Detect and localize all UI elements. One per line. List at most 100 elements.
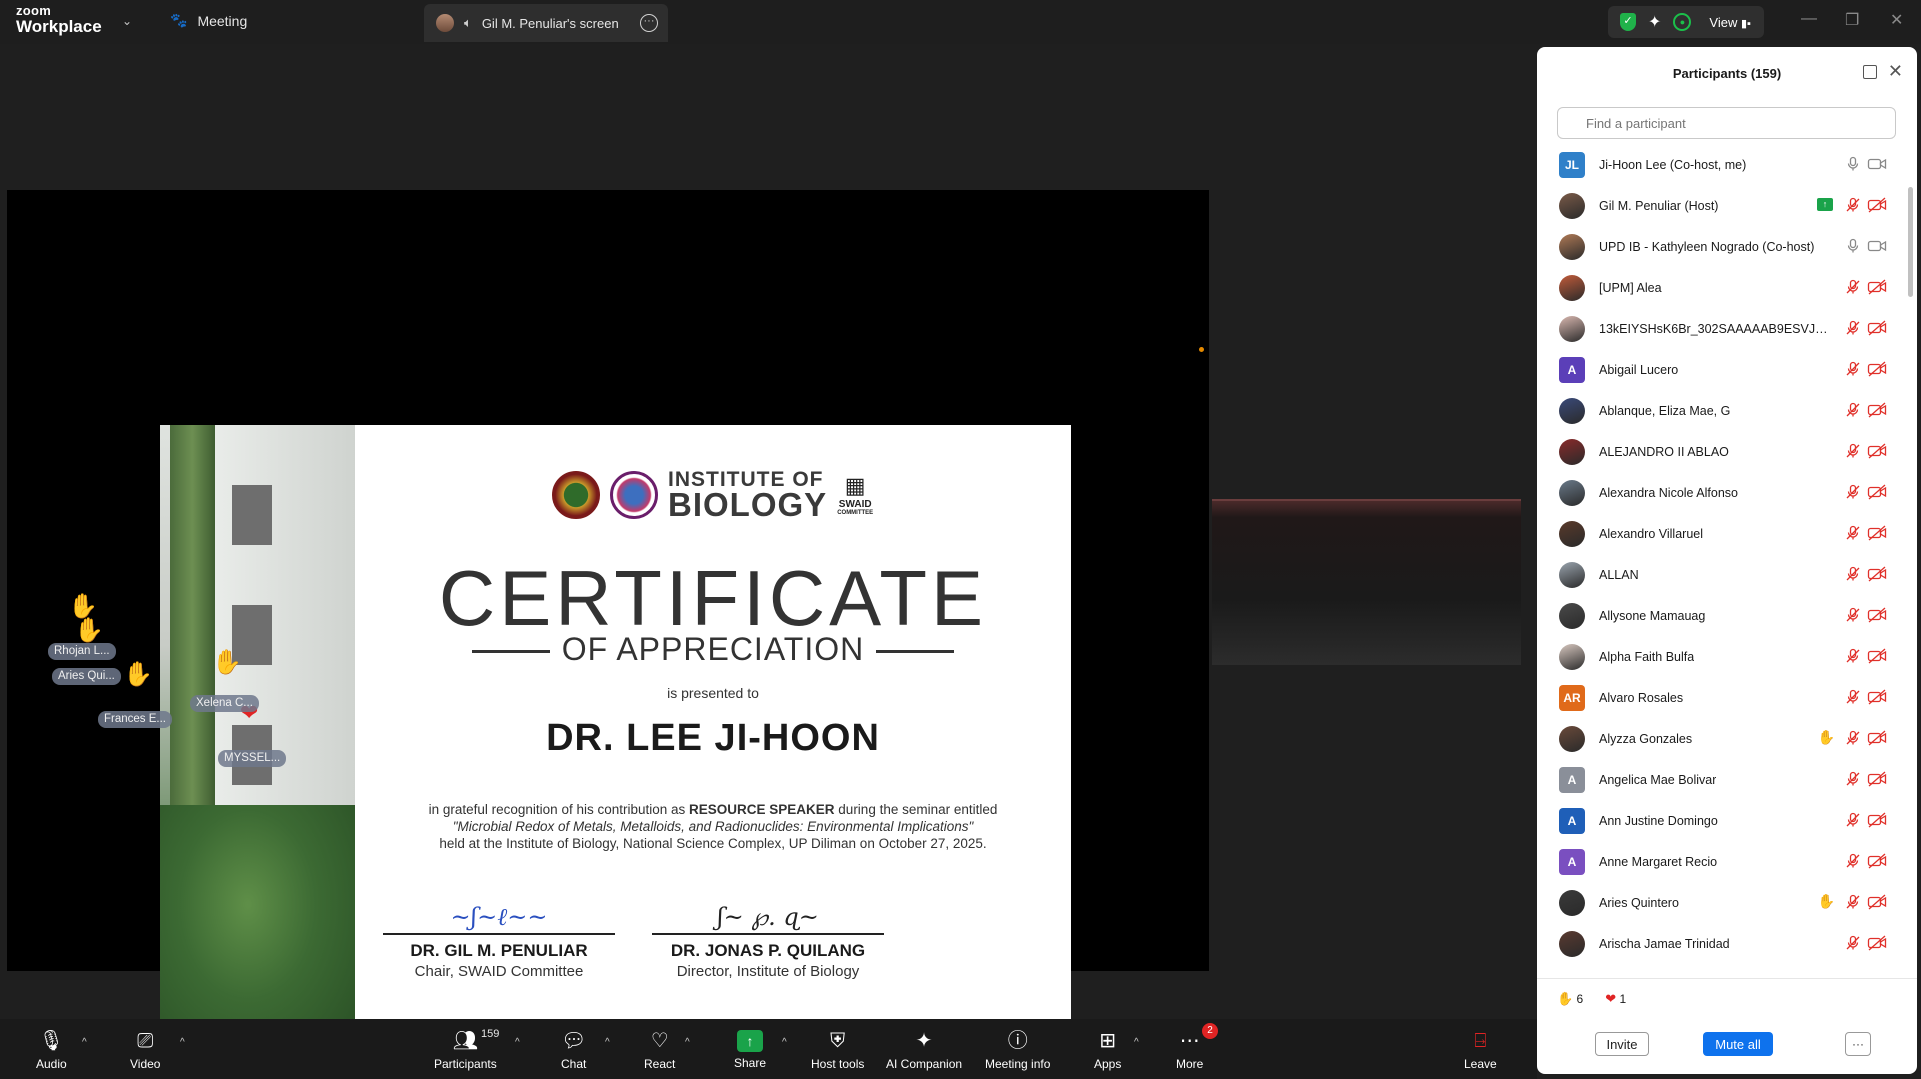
more-button[interactable]: ⋯ More bbox=[1176, 1029, 1203, 1071]
participant-row[interactable]: Gil M. Penuliar (Host) ↑ bbox=[1537, 185, 1903, 226]
microphone-muted-icon[interactable] bbox=[1845, 730, 1861, 746]
participants-options-caret[interactable]: ^ bbox=[515, 1037, 520, 1048]
apps-button[interactable]: ⊞ Apps bbox=[1094, 1029, 1121, 1071]
microphone-muted-icon[interactable] bbox=[1845, 197, 1861, 213]
camera-icon[interactable] bbox=[1867, 238, 1887, 254]
camera-off-icon[interactable] bbox=[1867, 197, 1887, 213]
participant-list[interactable]: JL Ji-Hoon Lee (Co-host, me) Gil M. Penuli… bbox=[1537, 144, 1903, 978]
camera-icon[interactable] bbox=[1867, 156, 1887, 172]
camera-off-icon[interactable] bbox=[1867, 689, 1887, 705]
microphone-muted-icon[interactable] bbox=[1845, 361, 1861, 377]
microphone-icon[interactable] bbox=[1845, 156, 1861, 172]
chat-options-caret[interactable]: ^ bbox=[605, 1037, 610, 1048]
camera-off-icon[interactable] bbox=[1867, 812, 1887, 828]
microphone-muted-icon[interactable] bbox=[1845, 320, 1861, 336]
camera-off-icon[interactable] bbox=[1867, 607, 1887, 623]
camera-off-icon[interactable] bbox=[1867, 730, 1887, 746]
host-tools-button[interactable]: ⛨ Host tools bbox=[811, 1029, 864, 1071]
camera-off-icon[interactable] bbox=[1867, 935, 1887, 951]
participant-row[interactable]: ALLAN bbox=[1537, 554, 1903, 595]
microphone-muted-icon[interactable] bbox=[1845, 525, 1861, 541]
participant-row[interactable]: Alpha Faith Bulfa bbox=[1537, 636, 1903, 677]
recording-icon[interactable]: ● bbox=[1673, 13, 1692, 31]
participant-row[interactable]: A Abigail Lucero bbox=[1537, 349, 1903, 390]
view-button[interactable]: View ▮▪ bbox=[1709, 15, 1751, 30]
screen-share-tab[interactable]: 🔈︎ Gil M. Penuliar's screen ··· bbox=[424, 4, 668, 42]
panel-more-button[interactable]: ··· bbox=[1845, 1032, 1871, 1056]
react-button[interactable]: ♡ React bbox=[644, 1029, 675, 1071]
chat-button[interactable]: 💬︎ Chat bbox=[561, 1029, 586, 1071]
shield-icon[interactable]: ✓ bbox=[1620, 13, 1636, 31]
share-options-caret[interactable]: ^ bbox=[782, 1037, 787, 1048]
participant-row[interactable]: UPD IB - Kathyleen Nogrado (Co-host) bbox=[1537, 226, 1903, 267]
camera-off-icon[interactable] bbox=[1867, 279, 1887, 295]
meeting-tab[interactable]: 🐾 Meeting bbox=[170, 12, 247, 29]
apps-options-caret[interactable]: ^ bbox=[1134, 1037, 1139, 1048]
microphone-muted-icon[interactable] bbox=[1845, 566, 1861, 582]
camera-off-icon[interactable] bbox=[1867, 320, 1887, 336]
minimize-icon[interactable]: — bbox=[1801, 10, 1817, 28]
camera-off-icon[interactable] bbox=[1867, 894, 1887, 910]
participant-video-tile[interactable] bbox=[1212, 499, 1521, 665]
audio-button[interactable]: 🎙︎ Audio bbox=[36, 1029, 67, 1071]
leave-button[interactable]: ⍈ Leave bbox=[1464, 1029, 1497, 1071]
shared-screen[interactable]: INSTITUTE OF BIOLOGY ▦ SWAID COMMITTEE C… bbox=[7, 190, 1209, 1054]
participant-row[interactable]: JL Ji-Hoon Lee (Co-host, me) bbox=[1537, 144, 1903, 185]
participant-row[interactable]: Aries Quintero ✋ bbox=[1537, 882, 1903, 923]
invite-button[interactable]: Invite bbox=[1595, 1032, 1649, 1056]
ai-companion-button[interactable]: ✦ AI Companion bbox=[886, 1029, 962, 1071]
close-window-icon[interactable]: ✕ bbox=[1890, 10, 1903, 30]
video-options-caret[interactable]: ^ bbox=[180, 1037, 185, 1048]
microphone-muted-icon[interactable] bbox=[1845, 484, 1861, 500]
microphone-muted-icon[interactable] bbox=[1845, 894, 1861, 910]
microphone-muted-icon[interactable] bbox=[1845, 689, 1861, 705]
participant-row[interactable]: Ablanque, Eliza Mae, G bbox=[1537, 390, 1903, 431]
microphone-muted-icon[interactable] bbox=[1845, 812, 1861, 828]
camera-off-icon[interactable] bbox=[1867, 771, 1887, 787]
microphone-muted-icon[interactable] bbox=[1845, 443, 1861, 459]
close-icon[interactable]: ✕ bbox=[1888, 61, 1903, 82]
participant-row[interactable]: [UPM] Alea bbox=[1537, 267, 1903, 308]
scrollbar[interactable] bbox=[1908, 187, 1913, 297]
video-button[interactable]: ⎚ Video bbox=[130, 1029, 160, 1071]
camera-off-icon[interactable] bbox=[1867, 566, 1887, 582]
camera-off-icon[interactable] bbox=[1867, 648, 1887, 664]
pop-out-icon[interactable] bbox=[1863, 65, 1877, 79]
microphone-muted-icon[interactable] bbox=[1845, 279, 1861, 295]
participant-row[interactable]: Alexandro Villaruel bbox=[1537, 513, 1903, 554]
microphone-muted-icon[interactable] bbox=[1845, 402, 1861, 418]
microphone-icon[interactable] bbox=[1845, 238, 1861, 254]
meeting-info-button[interactable]: ⓘ Meeting info bbox=[985, 1029, 1050, 1071]
participant-row[interactable]: A Anne Margaret Recio bbox=[1537, 841, 1903, 882]
microphone-muted-icon[interactable] bbox=[1845, 607, 1861, 623]
microphone-muted-icon[interactable] bbox=[1845, 853, 1861, 869]
participant-row[interactable]: ALEJANDRO II ABLAO bbox=[1537, 431, 1903, 472]
participant-row[interactable]: Arischa Jamae Trinidad bbox=[1537, 923, 1903, 964]
participant-row[interactable]: A Ann Justine Domingo bbox=[1537, 800, 1903, 841]
camera-off-icon[interactable] bbox=[1867, 525, 1887, 541]
react-options-caret[interactable]: ^ bbox=[685, 1037, 690, 1048]
camera-off-icon[interactable] bbox=[1867, 443, 1887, 459]
participant-row[interactable]: AR Alvaro Rosales bbox=[1537, 677, 1903, 718]
mute-all-button[interactable]: Mute all bbox=[1703, 1032, 1773, 1056]
share-button[interactable]: ↑ Share bbox=[734, 1029, 766, 1070]
camera-off-icon[interactable] bbox=[1867, 402, 1887, 418]
participant-row[interactable]: Alexandra Nicole Alfonso bbox=[1537, 472, 1903, 513]
participant-row[interactable]: Alyzza Gonzales ✋ bbox=[1537, 718, 1903, 759]
zoom-logo[interactable]: zoom Workplace bbox=[16, 4, 102, 35]
camera-off-icon[interactable] bbox=[1867, 853, 1887, 869]
participant-row[interactable]: A Angelica Mae Bolivar bbox=[1537, 759, 1903, 800]
audio-options-caret[interactable]: ^ bbox=[82, 1037, 87, 1048]
microphone-muted-icon[interactable] bbox=[1845, 935, 1861, 951]
maximize-icon[interactable]: ❐ bbox=[1845, 10, 1859, 30]
ai-spark-icon[interactable]: ✦ bbox=[1648, 12, 1661, 32]
microphone-muted-icon[interactable] bbox=[1845, 771, 1861, 787]
participant-row[interactable]: Allysone Mamauag bbox=[1537, 595, 1903, 636]
participant-row[interactable]: 13kEIYSHsK6Br_302SAAAAAB9ESVJFQ1Q... bbox=[1537, 308, 1903, 349]
chevron-down-icon[interactable]: ⌄ bbox=[122, 14, 132, 28]
microphone-muted-icon[interactable] bbox=[1845, 648, 1861, 664]
more-options-icon[interactable]: ··· bbox=[640, 14, 658, 32]
participant-search-input[interactable] bbox=[1557, 107, 1896, 139]
camera-off-icon[interactable] bbox=[1867, 484, 1887, 500]
camera-off-icon[interactable] bbox=[1867, 361, 1887, 377]
